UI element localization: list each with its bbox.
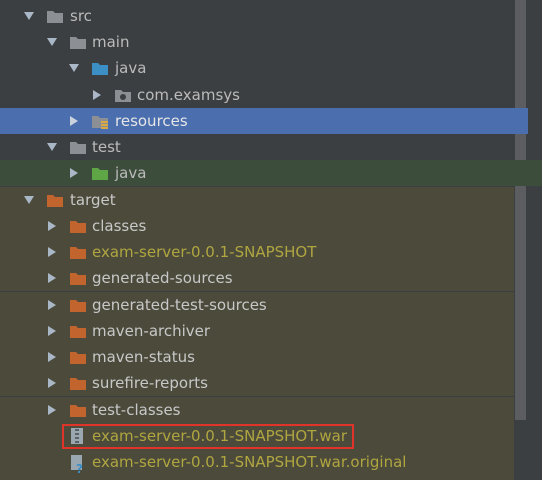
excluded-folder-icon (69, 323, 87, 339)
tree-item-maven-archiver[interactable]: maven-archiver (0, 318, 514, 344)
tree-item-main[interactable]: main (0, 29, 514, 55)
chevron-down-icon[interactable] (22, 193, 36, 207)
tree-item-war-original-file[interactable]: ? exam-server-0.0.1-SNAPSHOT.war.origina… (0, 449, 514, 480)
tree-item-label: java (115, 59, 147, 77)
chevron-right-icon[interactable] (90, 88, 104, 102)
chevron-right-icon[interactable] (45, 271, 59, 285)
tree-item-label: com.examsys (137, 86, 240, 104)
chevron-right-icon[interactable] (45, 350, 59, 364)
tree-item-label: surefire-reports (92, 374, 208, 392)
folder-icon (69, 34, 87, 50)
excluded-folder-icon (69, 297, 87, 313)
tree-item-label: exam-server-0.0.1-SNAPSHOT.war.original (92, 453, 407, 471)
tree-item-surefire-reports[interactable]: surefire-reports (0, 370, 514, 396)
unknown-file-icon: ? (70, 454, 84, 476)
test-source-folder-icon (91, 165, 109, 181)
chevron-down-icon[interactable] (22, 9, 36, 23)
tree-item-label: test (92, 138, 121, 156)
chevron-right-icon[interactable] (45, 298, 59, 312)
tree-item-label: src (70, 7, 92, 25)
tree-item-label: generated-test-sources (92, 296, 267, 314)
chevron-right-icon[interactable] (45, 219, 59, 233)
chevron-right-icon[interactable] (67, 114, 81, 128)
excluded-folder-icon (69, 244, 87, 260)
tree-item-label: exam-server-0.0.1-SNAPSHOT (92, 243, 317, 261)
excluded-folder-icon (69, 349, 87, 365)
folder-icon (46, 8, 64, 24)
excluded-folder-icon (69, 402, 87, 418)
tree-item-generated-sources[interactable]: generated-sources (0, 265, 514, 291)
tree-item-label: resources (115, 112, 188, 130)
tree-item-label: maven-status (92, 348, 195, 366)
chevron-down-icon[interactable] (45, 140, 59, 154)
tree-item-generated-test-sources[interactable]: generated-test-sources (0, 292, 514, 318)
tree-item-label: java (115, 164, 147, 182)
chevron-right-icon[interactable] (45, 376, 59, 390)
project-tree: src main java com.examsys resources test… (0, 0, 542, 480)
tree-item-test-java[interactable]: java (0, 160, 542, 186)
excluded-folder-icon (46, 192, 64, 208)
tree-item-main-java[interactable]: java (0, 55, 514, 81)
folder-icon (69, 139, 87, 155)
tree-item-target[interactable]: target (0, 187, 514, 213)
tree-item-classes[interactable]: classes (0, 213, 514, 239)
highlight-annotation-box (62, 424, 354, 449)
tree-item-label: main (92, 33, 130, 51)
tree-item-label: classes (92, 217, 147, 235)
chevron-right-icon[interactable] (45, 403, 59, 417)
chevron-down-icon[interactable] (45, 35, 59, 49)
chevron-right-icon[interactable] (67, 166, 81, 180)
tree-item-label: test-classes (92, 401, 181, 419)
tree-item-com-examsys[interactable]: com.examsys (0, 82, 514, 108)
source-folder-icon (91, 60, 109, 76)
resources-folder-icon (91, 113, 109, 129)
chevron-right-icon[interactable] (45, 245, 59, 259)
tree-item-label: target (70, 191, 116, 209)
tree-item-label: maven-archiver (92, 322, 211, 340)
package-icon (114, 87, 132, 103)
scrollbar-thumb[interactable] (515, 0, 526, 420)
chevron-down-icon[interactable] (67, 61, 81, 75)
tree-item-resources[interactable]: resources (0, 108, 528, 134)
chevron-right-icon[interactable] (45, 324, 59, 338)
tree-item-exam-server-snapshot[interactable]: exam-server-0.0.1-SNAPSHOT (0, 239, 514, 265)
tree-item-label: generated-sources (92, 269, 233, 287)
excluded-folder-icon (69, 218, 87, 234)
tree-item-src[interactable]: src (0, 3, 514, 29)
excluded-folder-icon (69, 270, 87, 286)
tree-item-test-classes[interactable]: test-classes (0, 397, 514, 423)
tree-item-maven-status[interactable]: maven-status (0, 344, 514, 370)
excluded-folder-icon (69, 375, 87, 391)
tree-item-test[interactable]: test (0, 134, 514, 160)
svg-text:?: ? (76, 462, 83, 474)
